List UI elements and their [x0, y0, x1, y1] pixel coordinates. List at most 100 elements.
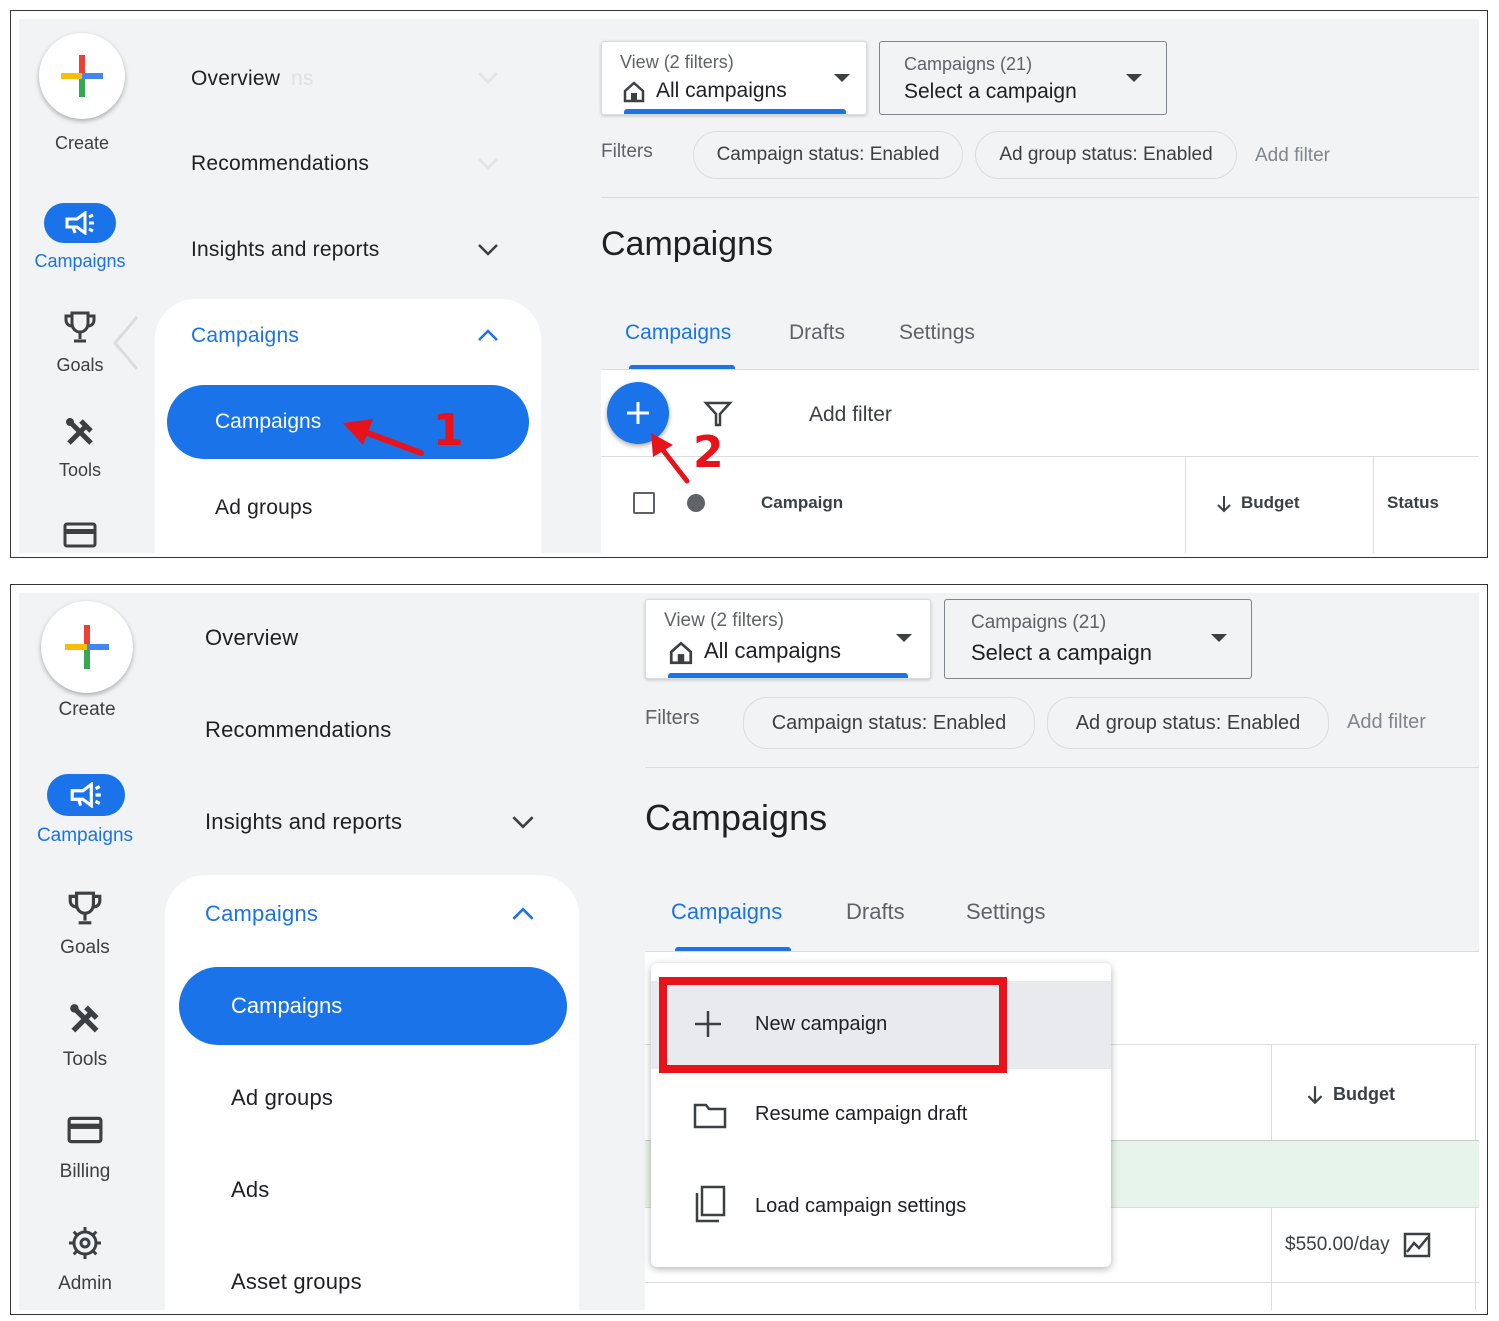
nav-recommendations[interactable]: Recommendations [205, 717, 391, 743]
chevron-up-icon[interactable] [477, 328, 499, 342]
row-divider [645, 1282, 1479, 1283]
nav-ad-groups[interactable]: Ad groups [231, 1085, 333, 1111]
create-label: Create [54, 133, 110, 153]
chip-campaign-status[interactable]: Campaign status: Enabled [693, 131, 963, 179]
nav-insights[interactable]: Insights and reports [205, 809, 402, 835]
divider [645, 767, 1479, 768]
chevron-up-icon[interactable] [511, 906, 535, 921]
trophy-icon[interactable] [25, 889, 145, 927]
campaign-select-dropdown[interactable]: Campaigns (21) Select a campaign [879, 41, 1167, 115]
menu-item-resume-draft[interactable]: Resume campaign draft [651, 1069, 1111, 1161]
create-menu: New campaign Resume campaign draft Load … [651, 963, 1111, 1267]
tab-campaigns[interactable]: Campaigns [625, 321, 731, 345]
filter-funnel-icon[interactable] [703, 400, 733, 428]
filters-label: Filters [601, 141, 653, 162]
folder-icon [693, 1103, 727, 1129]
sort-down-arrow-icon [1307, 1086, 1323, 1105]
tab-settings[interactable]: Settings [966, 899, 1046, 925]
page-title: Campaigns [645, 797, 828, 838]
tab-drafts[interactable]: Drafts [789, 321, 845, 345]
billing-card-icon[interactable] [25, 1115, 145, 1145]
campaigns-rail-label: Campaigns [36, 825, 134, 846]
campaigns-rail-button[interactable] [47, 774, 125, 816]
view-dropdown-label: View (2 filters) [664, 610, 785, 631]
campaign-select-dropdown[interactable]: Campaigns (21) Select a campaign [944, 599, 1252, 679]
campaigns-nav-card [165, 875, 579, 1310]
nav-ads[interactable]: Ads [231, 1177, 270, 1203]
annotation-step-1: 1 [433, 405, 464, 456]
campaign-select-label: Campaigns (21) [971, 612, 1107, 633]
billing-card-icon[interactable] [20, 521, 140, 549]
highlight-box-annotation [659, 977, 1007, 1073]
nav-insights[interactable]: Insights and reports [191, 238, 379, 262]
home-icon [623, 81, 645, 103]
view-dropdown[interactable]: View (2 filters) All campaigns [645, 599, 931, 679]
tab-settings[interactable]: Settings [899, 321, 975, 345]
chip-ad-group-status[interactable]: Ad group status: Enabled [975, 131, 1237, 179]
chevron-down-icon[interactable] [511, 815, 535, 830]
collapse-chevron-icon[interactable] [111, 315, 141, 371]
screenshot-step-2: Create Campaigns Goals Tools Billing Adm… [10, 584, 1488, 1315]
col-budget[interactable]: Budget [1333, 1084, 1395, 1105]
campaigns-rail-label: Campaigns [34, 251, 126, 271]
campaigns-table: Add filter Campaign Budget Status [601, 369, 1479, 553]
view-dropdown-underline [668, 673, 908, 678]
campaigns-rail-button[interactable] [44, 203, 116, 243]
home-icon [669, 641, 693, 665]
chip-ad-group-status[interactable]: Ad group status: Enabled [1047, 697, 1329, 749]
chip-campaign-status[interactable]: Campaign status: Enabled [743, 697, 1035, 749]
budget-chart-icon[interactable] [1403, 1232, 1431, 1258]
col-budget[interactable]: Budget [1241, 493, 1300, 513]
megaphone-icon [65, 211, 94, 235]
annotation-arrow-2 [651, 433, 690, 484]
nav-campaigns-section[interactable]: Campaigns [205, 901, 318, 927]
tools-icon[interactable] [25, 1001, 145, 1037]
add-filter-link[interactable]: Add filter [1255, 145, 1330, 167]
page-title: Campaigns [601, 225, 773, 263]
view-dropdown[interactable]: View (2 filters) All campaigns [601, 41, 867, 115]
sort-down-arrow-icon [1217, 496, 1231, 513]
select-all-checkbox[interactable] [633, 492, 655, 514]
tools-icon[interactable] [20, 415, 140, 449]
create-button[interactable] [39, 33, 125, 119]
nav-campaigns-item-label: Campaigns [231, 993, 343, 1018]
gear-icon[interactable] [25, 1225, 145, 1261]
table-add-filter[interactable]: Add filter [809, 403, 892, 427]
tab-campaigns[interactable]: Campaigns [671, 899, 782, 925]
col-campaign[interactable]: Campaign [761, 493, 843, 513]
billing-label: Billing [59, 1161, 111, 1182]
caret-down-icon [1126, 74, 1142, 82]
nav-campaigns-section[interactable]: Campaigns [191, 324, 299, 348]
plus-icon [627, 402, 649, 424]
status-dot-icon [687, 494, 705, 512]
app-window: Create Campaigns Goals [19, 593, 1479, 1310]
nav-overview[interactable]: Overview [205, 625, 298, 651]
nav-recommendations[interactable]: Recommendations [191, 152, 369, 176]
divider [601, 197, 1479, 198]
col-status[interactable]: Status [1387, 493, 1439, 513]
col-divider [1185, 456, 1186, 553]
nav-ad-groups[interactable]: Ad groups [215, 496, 313, 520]
nav-campaigns-item[interactable]: Campaigns [179, 967, 567, 1045]
chevron-down-icon[interactable] [477, 243, 499, 257]
nav-asset-groups[interactable]: Asset groups [231, 1269, 362, 1295]
nav-overview[interactable]: Overview [191, 67, 280, 91]
campaign-select-value: Select a campaign [904, 80, 1077, 103]
caret-down-icon [1211, 634, 1227, 642]
view-dropdown-underline [624, 109, 846, 114]
chevron-down-faint-icon [478, 158, 498, 170]
annotation-step-2: 2 [693, 427, 724, 478]
add-filter-link[interactable]: Add filter [1347, 711, 1426, 734]
nav-overview-ghost: ns [291, 67, 314, 90]
menu-item-load-settings[interactable]: Load campaign settings [651, 1161, 1111, 1253]
copy-icon [695, 1185, 726, 1223]
caret-down-icon [896, 634, 912, 642]
tab-drafts[interactable]: Drafts [846, 899, 905, 925]
nav-campaigns-item-label: Campaigns [215, 410, 322, 433]
col-divider [1373, 456, 1374, 553]
admin-label: Admin [58, 1273, 112, 1294]
menu-load-settings-label: Load campaign settings [755, 1195, 967, 1217]
campaign-select-label: Campaigns (21) [904, 54, 1033, 74]
create-button[interactable] [41, 601, 133, 693]
plus-color-icon [61, 55, 103, 97]
